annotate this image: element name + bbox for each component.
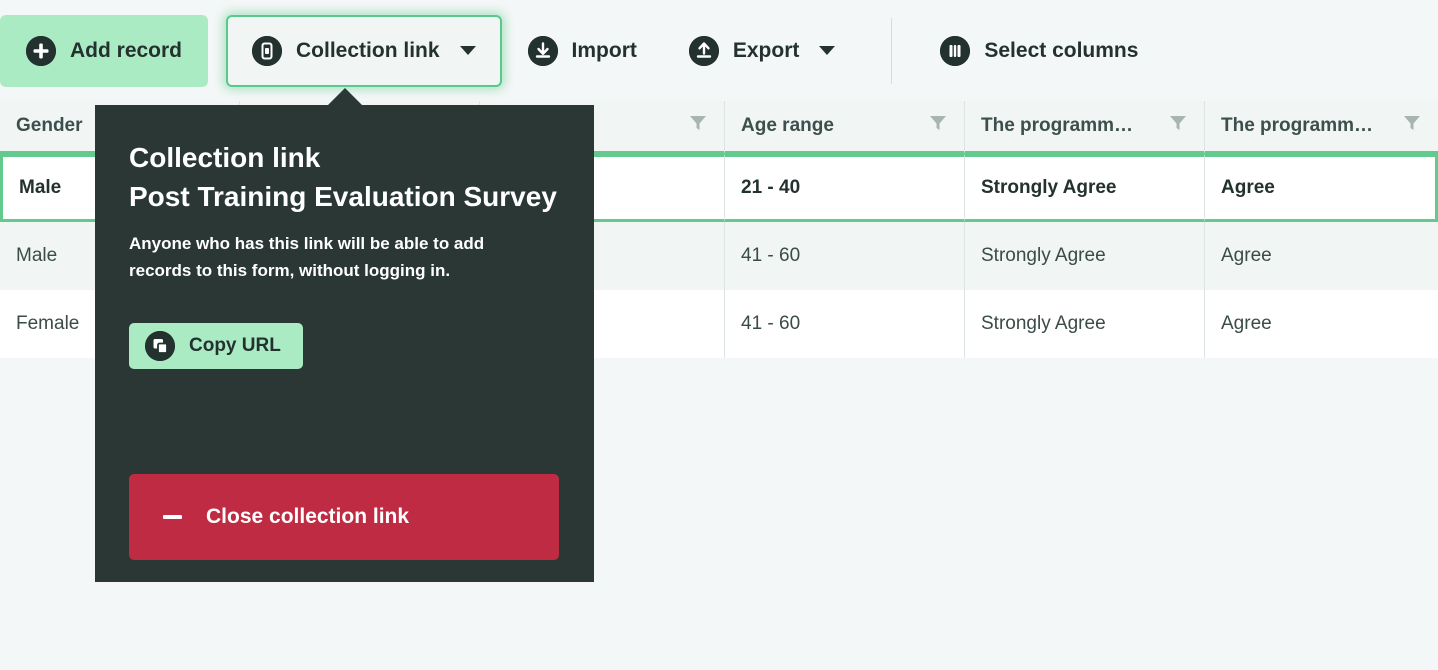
toolbar: Add record Collection link Import Export — [0, 0, 1438, 101]
chevron-down-icon — [819, 46, 836, 55]
export-icon — [688, 35, 719, 66]
table-cell[interactable]: Strongly Agree — [965, 154, 1205, 222]
copy-url-button[interactable]: Copy URL — [129, 322, 303, 369]
filter-icon[interactable] — [1168, 113, 1188, 139]
chevron-down-icon — [459, 46, 476, 55]
close-collection-link-label: Close collection link — [206, 505, 410, 528]
table-cell[interactable]: Strongly Agree — [965, 290, 1205, 358]
column-header-label: The programm… — [1221, 115, 1374, 136]
columns-icon — [940, 35, 971, 66]
table-cell[interactable]: Agree — [1205, 154, 1438, 222]
popup-title: Collection link Post Training Evaluation… — [129, 142, 557, 212]
copy-url-label: Copy URL — [189, 334, 281, 356]
plus-circle-icon — [26, 35, 56, 66]
popup-arrow — [328, 88, 362, 105]
column-header-programme-1[interactable]: The programm… — [965, 101, 1205, 154]
collection-link-icon — [252, 35, 283, 66]
minus-icon — [163, 515, 182, 519]
collection-link-label: Collection link — [296, 39, 440, 62]
table-cell[interactable]: 21 - 40 — [725, 154, 965, 222]
filter-icon[interactable] — [688, 113, 708, 139]
column-header-label: Gender — [16, 115, 83, 136]
export-label: Export — [732, 39, 800, 62]
export-button[interactable]: Export — [663, 15, 862, 87]
copy-icon — [145, 330, 175, 361]
collection-link-popover: Collection link Post Training Evaluation… — [95, 105, 594, 582]
column-header-label: Age range — [741, 115, 834, 136]
collection-link-button[interactable]: Collection link — [226, 14, 502, 87]
column-header-programme-2[interactable]: The programm… — [1205, 101, 1438, 154]
filter-icon[interactable] — [1402, 113, 1422, 139]
column-header-label: The programm… — [981, 115, 1134, 136]
toolbar-divider — [891, 17, 893, 84]
table-cell[interactable]: Strongly Agree — [965, 222, 1205, 290]
column-header-age-range[interactable]: Age range — [725, 101, 965, 154]
table-cell[interactable]: Agree — [1205, 290, 1438, 358]
select-columns-label: Select columns — [984, 39, 1139, 62]
popup-description: Anyone who has this link will be able to… — [129, 234, 485, 281]
add-record-label: Add record — [70, 39, 183, 62]
import-label: Import — [571, 39, 637, 62]
table-cell[interactable]: Agree — [1205, 222, 1438, 290]
collection-link-screen: Add record Collection link Import Export — [0, 0, 1438, 670]
table-cell[interactable]: 41 - 60 — [725, 290, 965, 358]
import-icon — [527, 35, 558, 66]
import-button[interactable]: Import — [502, 15, 663, 87]
close-collection-link-button[interactable]: Close collection link — [129, 474, 559, 560]
table-cell[interactable]: 41 - 60 — [725, 222, 965, 290]
add-record-button[interactable]: Add record — [0, 14, 209, 87]
select-columns-button[interactable]: Select columns — [914, 15, 1164, 87]
filter-icon[interactable] — [928, 113, 948, 139]
